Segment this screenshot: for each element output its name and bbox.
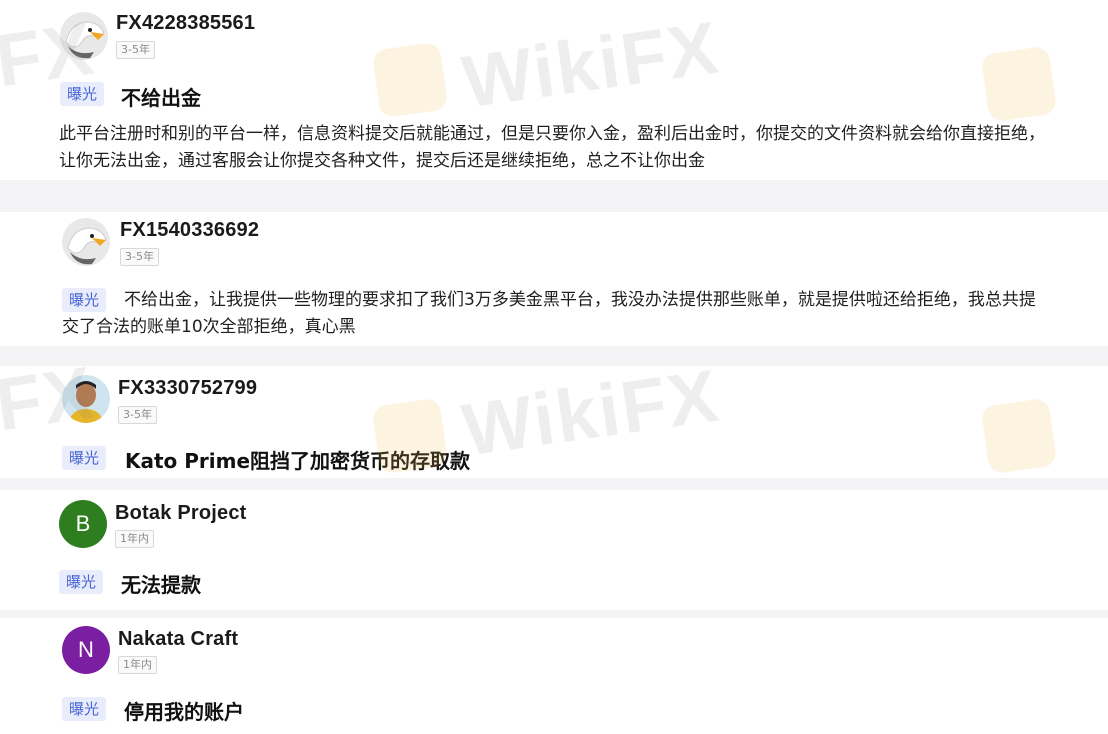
wikifx-logo-icon [980, 397, 1058, 475]
review-card: B Botak Project 1年内 曝光 无法提款 [0, 490, 1108, 610]
review-body: 不给出金，让我提供一些物理的要求扣了我们3万多美金黑平台，我没办法提供那些账单，… [62, 290, 1036, 337]
username[interactable]: FX3330752799 [118, 377, 257, 400]
eagle-avatar[interactable] [60, 12, 108, 60]
review-card: FX3330752799 3-5年 曝光 Kato Prime阻挡了加密货币的存… [0, 366, 1108, 478]
username[interactable]: Nakata Craft [118, 628, 238, 651]
experience-badge: 1年内 [118, 656, 157, 674]
eagle-icon [62, 218, 110, 266]
review-title[interactable]: 停用我的账户 [124, 696, 244, 725]
eagle-icon [60, 12, 108, 60]
wikifx-logo-icon [371, 397, 449, 475]
review-body: 此平台注册时和别的平台一样，信息资料提交后就能通过，但是只要你入金，盈利后出金时… [59, 124, 1045, 171]
experience-badge: 3-5年 [116, 41, 155, 59]
exposure-tag: 曝光 [60, 82, 105, 106]
exposure-tag: 曝光 [59, 570, 104, 594]
exposure-tag: 曝光 [62, 446, 107, 470]
experience-badge: 3-5年 [118, 406, 157, 424]
username[interactable]: Botak Project [115, 502, 247, 525]
avatar-letter: N [78, 637, 94, 662]
experience-badge: 1年内 [115, 530, 154, 548]
review-card: N Nakata Craft 1年内 曝光 停用我的账户 [0, 618, 1108, 734]
username[interactable]: FX1540336692 [120, 219, 259, 242]
review-card: FX4228385561 3-5年 曝光 不给出金 此平台注册时和别的平台一样，… [0, 0, 1108, 180]
wikifx-logo-icon [980, 45, 1058, 123]
username[interactable]: FX4228385561 [116, 12, 255, 35]
person-photo-icon [62, 375, 110, 423]
wikifx-logo-icon [371, 41, 449, 119]
review-card: FX1540336692 3-5年 曝光 不给出金，让我提供一些物理的要求扣了我… [0, 212, 1108, 346]
review-title[interactable]: 无法提款 [121, 569, 201, 598]
avatar-letter: B [75, 511, 91, 536]
eagle-avatar[interactable] [62, 218, 110, 266]
exposure-tag: 曝光 [62, 697, 107, 721]
experience-badge: 3-5年 [120, 248, 159, 266]
user-photo-avatar[interactable] [62, 375, 110, 423]
letter-avatar[interactable]: N [62, 626, 110, 674]
review-title[interactable]: 不给出金 [121, 82, 201, 111]
letter-avatar[interactable]: B [59, 500, 107, 548]
